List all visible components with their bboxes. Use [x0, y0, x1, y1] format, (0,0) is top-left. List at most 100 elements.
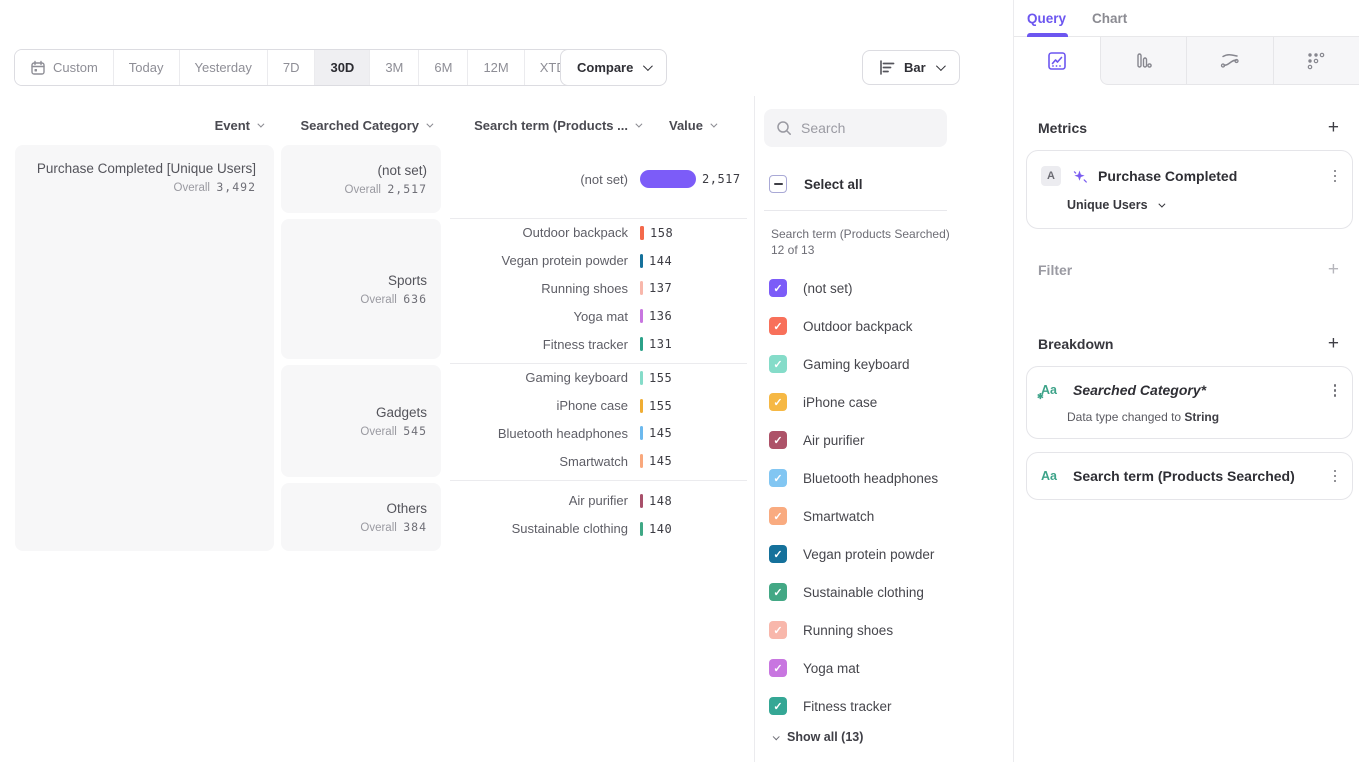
- filter-item-sustainable-clothing[interactable]: ✓Sustainable clothing: [764, 573, 1013, 611]
- checked-checkbox[interactable]: ✓: [769, 621, 787, 639]
- term-row[interactable]: iPhone case155: [450, 392, 747, 420]
- filter-item-yoga-mat[interactable]: ✓Yoga mat: [764, 649, 1013, 687]
- compare-button[interactable]: Compare: [560, 49, 667, 86]
- value-bar[interactable]: [640, 371, 643, 385]
- checked-checkbox[interactable]: ✓: [769, 507, 787, 525]
- filter-item-label: Running shoes: [803, 623, 893, 638]
- term-row[interactable]: Sustainable clothing140: [450, 515, 747, 543]
- value-bar[interactable]: [640, 170, 696, 188]
- term-row[interactable]: Air purifier148: [450, 487, 747, 515]
- checked-checkbox[interactable]: ✓: [769, 279, 787, 297]
- value-bar[interactable]: [640, 309, 643, 323]
- filter-item-outdoor-backpack[interactable]: ✓Outdoor backpack: [764, 307, 1013, 345]
- value-bar[interactable]: [640, 226, 644, 240]
- tab-query[interactable]: Query: [1027, 0, 1066, 37]
- metric-measure[interactable]: Unique Users: [1027, 186, 1352, 228]
- checked-checkbox[interactable]: ✓: [769, 659, 787, 677]
- term-row[interactable]: (not set)2,517: [450, 165, 747, 193]
- term-row[interactable]: Outdoor backpack158: [450, 219, 747, 247]
- category-card[interactable]: OthersOverall 384: [281, 483, 441, 551]
- term-row[interactable]: Yoga mat136: [450, 302, 747, 330]
- category-card[interactable]: (not set) Overall 2,517: [281, 145, 441, 213]
- checked-checkbox[interactable]: ✓: [769, 697, 787, 715]
- term-row[interactable]: Smartwatch145: [450, 447, 747, 475]
- column-header-search-term[interactable]: Search term (Products ...: [450, 118, 640, 133]
- category-overall: Overall 2,517: [281, 182, 427, 196]
- show-all-button[interactable]: Show all (13): [764, 730, 1013, 744]
- value-bar[interactable]: [640, 426, 643, 440]
- metric-card[interactable]: A Purchase Completed Unique Users: [1026, 150, 1353, 229]
- value-bar[interactable]: [640, 494, 643, 508]
- value-bar[interactable]: [640, 254, 643, 268]
- add-metric-button[interactable]: +: [1328, 118, 1339, 137]
- search-box[interactable]: [764, 109, 947, 147]
- column-header-value[interactable]: Value: [669, 118, 715, 133]
- select-all-checkbox[interactable]: [769, 175, 787, 193]
- tab-flows[interactable]: [1186, 37, 1273, 85]
- checked-checkbox[interactable]: ✓: [769, 583, 787, 601]
- date-range-7d[interactable]: 7D: [268, 50, 316, 85]
- checked-checkbox[interactable]: ✓: [769, 355, 787, 373]
- value-bar[interactable]: [640, 281, 643, 295]
- category-title: (not set): [281, 163, 427, 178]
- kebab-menu-icon[interactable]: [1332, 468, 1339, 485]
- breakdown-header: Breakdown +: [1038, 334, 1339, 353]
- add-breakdown-button[interactable]: +: [1328, 334, 1339, 353]
- date-range-6m[interactable]: 6M: [419, 50, 468, 85]
- filter-item-iphone-case[interactable]: ✓iPhone case: [764, 383, 1013, 421]
- select-all-row[interactable]: Select all: [764, 175, 1013, 193]
- filter-item--not-set-[interactable]: ✓(not set): [764, 269, 1013, 307]
- date-range-12m[interactable]: 12M: [468, 50, 524, 85]
- checked-checkbox[interactable]: ✓: [769, 317, 787, 335]
- value-bar[interactable]: [640, 399, 643, 413]
- column-header-searched-category[interactable]: Searched Category: [281, 118, 441, 133]
- check-icon: ✓: [773, 700, 782, 713]
- term-group: Outdoor backpack158Vegan protein powder1…: [450, 218, 747, 358]
- tab-chart[interactable]: Chart: [1092, 0, 1127, 37]
- category-card[interactable]: GadgetsOverall 545: [281, 365, 441, 477]
- term-row[interactable]: Fitness tracker131: [450, 330, 747, 358]
- series-badge: A: [1041, 166, 1061, 186]
- filter-item-smartwatch[interactable]: ✓Smartwatch: [764, 497, 1013, 535]
- event-card[interactable]: Purchase Completed [Unique Users] Overal…: [15, 145, 274, 551]
- tab-insights[interactable]: [1014, 37, 1100, 85]
- search-input[interactable]: [801, 120, 931, 136]
- filter-item-bluetooth-headphones[interactable]: ✓Bluetooth headphones: [764, 459, 1013, 497]
- date-range-30d[interactable]: 30D: [315, 50, 370, 85]
- value-bar[interactable]: [640, 337, 643, 351]
- checked-checkbox[interactable]: ✓: [769, 393, 787, 411]
- calendar-icon: [30, 60, 46, 76]
- filter-item-running-shoes[interactable]: ✓ Running shoes: [764, 611, 1013, 649]
- check-icon: ✓: [773, 434, 782, 447]
- date-range-today[interactable]: Today: [114, 50, 180, 85]
- filter-item-gaming-keyboard[interactable]: ✓Gaming keyboard: [764, 345, 1013, 383]
- breakdown-card-searched-category[interactable]: Aa✱ Searched Category* Data type changed…: [1026, 366, 1353, 439]
- term-row[interactable]: Bluetooth headphones145: [450, 420, 747, 448]
- term-row[interactable]: Vegan protein powder144: [450, 247, 747, 275]
- term-row[interactable]: Running shoes137: [450, 275, 747, 303]
- breakdown-card-search-term[interactable]: Aa Search term (Products Searched): [1026, 452, 1353, 501]
- date-range-3m[interactable]: 3M: [370, 50, 419, 85]
- category-card[interactable]: SportsOverall 636: [281, 219, 441, 359]
- filter-item-vegan-protein-powder[interactable]: ✓Vegan protein powder: [764, 535, 1013, 573]
- category-column: (not set) Overall 2,517 SportsOverall 636G…: [281, 145, 441, 551]
- tab-bar-report[interactable]: [1100, 37, 1187, 85]
- filter-item-air-purifier[interactable]: ✓Air purifier: [764, 421, 1013, 459]
- date-range-custom[interactable]: Custom: [15, 50, 114, 85]
- add-filter-button[interactable]: +: [1328, 260, 1339, 279]
- checked-checkbox[interactable]: ✓: [769, 469, 787, 487]
- value-bar[interactable]: [640, 454, 643, 468]
- check-icon: ✓: [773, 358, 782, 371]
- tab-retention[interactable]: [1273, 37, 1359, 85]
- checked-checkbox[interactable]: ✓: [769, 545, 787, 563]
- value-bar[interactable]: [640, 522, 643, 536]
- filter-item-fitness-tracker[interactable]: ✓Fitness tracker: [764, 687, 1013, 725]
- kebab-menu-icon[interactable]: [1332, 168, 1339, 185]
- term-row[interactable]: Gaming keyboard155: [450, 364, 747, 392]
- term-label: Vegan protein powder: [450, 253, 640, 268]
- chart-type-button[interactable]: Bar: [862, 50, 960, 85]
- column-header-event[interactable]: Event: [15, 118, 274, 133]
- date-range-yesterday[interactable]: Yesterday: [180, 50, 268, 85]
- kebab-menu-icon[interactable]: [1332, 382, 1339, 399]
- checked-checkbox[interactable]: ✓: [769, 431, 787, 449]
